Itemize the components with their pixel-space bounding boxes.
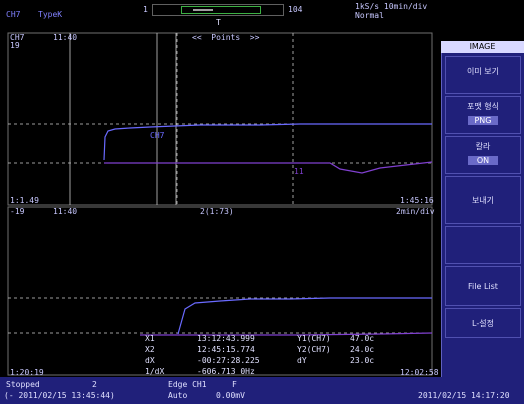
type-label: TypeK <box>38 10 63 19</box>
softkey-settings-label: L-설정 <box>472 319 494 328</box>
softkey-preview[interactable]: 이미 보기 <box>445 56 521 94</box>
softkey-color[interactable]: 칼라 ON <box>445 136 521 174</box>
readout-y1-key: Y1(CH7) <box>297 334 331 343</box>
softkey-file-list[interactable]: File List <box>445 266 521 306</box>
clock: 2011/02/15 14:17:20 <box>418 391 510 400</box>
lower-timebase: 2min/div <box>396 207 435 216</box>
readout-dy-key: dY <box>297 356 307 365</box>
readout-x2-value: 12:45:15.774 <box>197 345 255 354</box>
readout-x2-key: X2 <box>145 345 155 354</box>
readout-y2-key: Y2(CH7) <box>297 345 331 354</box>
softkey-preview-label: 이미 보기 <box>467 67 499 76</box>
acquisition-mode: Normal <box>355 11 384 20</box>
readout-freq-value: -606.713 0Hz <box>197 367 255 376</box>
channel-label: CH7 <box>6 10 21 19</box>
readout-freq-key: 1/dX <box>145 367 165 376</box>
trigger-level: 0.00mV <box>216 391 245 400</box>
sample-rate: 1kS/s 10min/div <box>355 2 428 11</box>
upper-bottom-left: 1:1.49 <box>10 196 39 205</box>
readout-dx-key: dX <box>145 356 155 365</box>
points-label: << Points >> <box>192 33 260 42</box>
acquisition-count: 2 <box>92 380 97 389</box>
readout-y1-value: 47.0c <box>350 334 375 343</box>
zoom-right-label: 104 <box>288 5 303 14</box>
run-state: Stopped <box>6 380 40 389</box>
lower-time-label: 11:40 <box>53 207 78 216</box>
softkey-settings[interactable]: L-설정 <box>445 308 521 338</box>
softkey-empty[interactable] <box>445 226 521 264</box>
trigger-mode: Auto <box>168 391 188 400</box>
trigger-slope: F <box>232 380 237 389</box>
softkey-send-label: 보내기 <box>471 196 495 205</box>
lower-bottom-right: 12:02:58 <box>400 368 439 377</box>
lower-bottom-left: 1:20:19 <box>10 368 44 377</box>
upper-ch-level: 19 <box>10 41 20 50</box>
trace-label-ch11: 11 <box>294 167 304 176</box>
softkey-format-label: 포맷 형식 <box>467 102 499 111</box>
softkey-color-label: 칼라 <box>475 142 491 151</box>
upper-graticule <box>7 32 433 206</box>
waveform-display[interactable] <box>0 27 441 377</box>
start-time: (- 2011/02/15 13:45:44) <box>4 391 115 400</box>
readout-y2-value: 24.0c <box>350 345 375 354</box>
top-bar: CH7 TypeK 1 104 T 1kS/s 10min/div Normal <box>0 0 524 27</box>
upper-time-label: 11:40 <box>53 33 78 42</box>
trace-label-ch7: CH7 <box>150 131 165 140</box>
zoom-marker <box>193 9 213 11</box>
upper-bottom-right: 1:45:16 <box>400 196 434 205</box>
zoom-left-label: 1 <box>143 5 148 14</box>
softkey-file-list-label: File List <box>468 282 498 291</box>
readout-dx-value: -00:27:28.225 <box>197 356 260 365</box>
readout-x1-value: 13:12:43.999 <box>197 334 255 343</box>
softkey-send[interactable]: 보내기 <box>445 176 521 224</box>
trigger-marker: T <box>216 18 221 27</box>
readout-dy-value: 23.0c <box>350 356 375 365</box>
trigger-type: Edge CH1 <box>168 380 207 389</box>
lower-level-label: -19 <box>10 207 25 216</box>
zoom-overview[interactable] <box>152 4 284 16</box>
softkey-color-value: ON <box>468 156 498 165</box>
readout-x1-key: X1 <box>145 334 155 343</box>
lower-center-label: 2(1:73) <box>200 207 234 216</box>
sidebar-title: IMAGE <box>441 41 524 53</box>
softkey-format[interactable]: 포맷 형식 PNG <box>445 96 521 134</box>
softkey-format-value: PNG <box>468 116 498 125</box>
